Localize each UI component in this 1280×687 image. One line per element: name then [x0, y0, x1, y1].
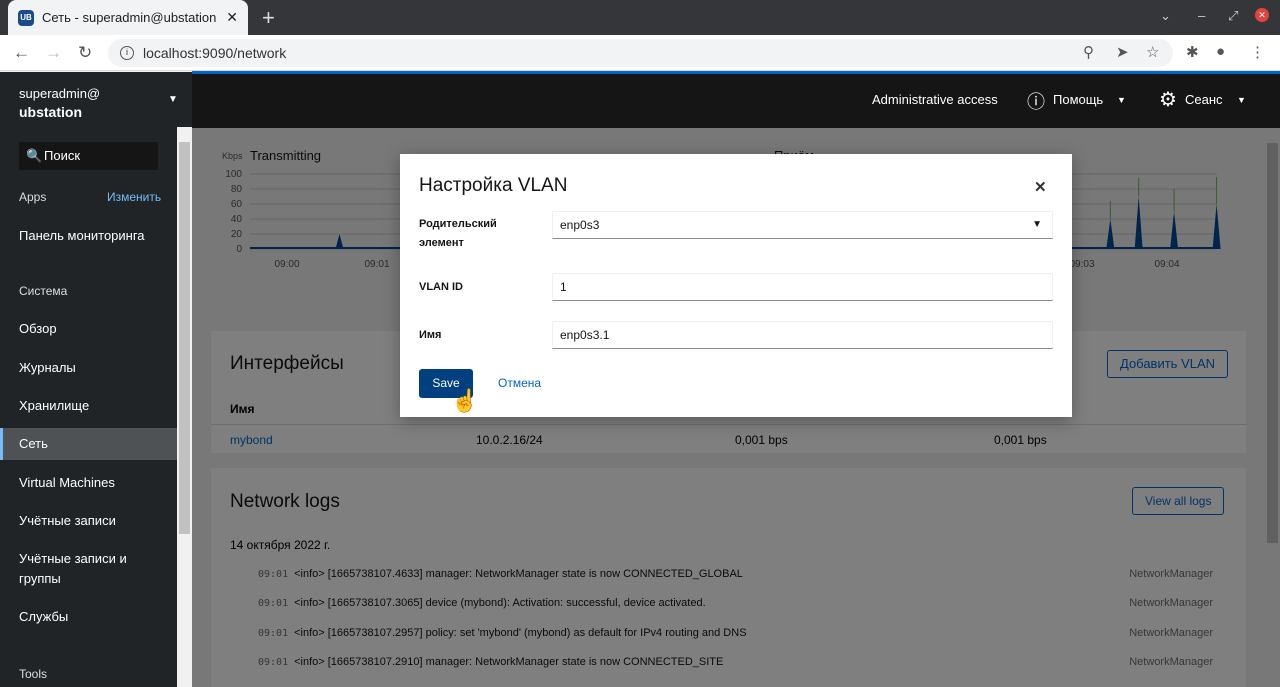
admin-access-button[interactable]: Administrative access [872, 92, 998, 107]
top-header: Administrative access ⓘ Помощь ▼ ⚙ Сеанс… [192, 74, 1280, 128]
close-icon[interactable]: ✕ [1034, 178, 1047, 196]
scrollbar-thumb[interactable] [179, 142, 190, 534]
sidebar-item-overview[interactable]: Обзор [0, 313, 177, 345]
vlan-id-input[interactable]: 1 [552, 273, 1053, 301]
browser-tabstrip: UB Сеть - superadmin@ubstation ✕ + ⌄ – ⤢… [0, 0, 1280, 35]
caret-down-icon: ▼ [1032, 219, 1042, 230]
back-icon[interactable]: ← [13, 43, 30, 63]
url-text: localhost:9090/network [143, 45, 287, 61]
host-label: ubstation [19, 104, 82, 120]
caret-down-icon: ▼ [1237, 95, 1246, 105]
sidebar-item-storage[interactable]: Хранилище [0, 390, 177, 422]
url-input[interactable]: i localhost:9090/network [108, 39, 1173, 67]
help-menu[interactable]: Помощь [1053, 92, 1103, 107]
menu-icon[interactable]: ⋮ [1250, 43, 1265, 61]
vlan-id-label: VLAN ID [419, 281, 463, 293]
dialog-title: Настройка VLAN [419, 175, 568, 196]
profile-avatar-icon[interactable]: ● [1216, 43, 1225, 60]
sidebar-item-users-groups[interactable]: Учётные записи и группы [0, 549, 177, 593]
caret-down-icon[interactable]: ▼ [168, 94, 178, 105]
close-window-icon[interactable]: ✕ [1255, 8, 1269, 22]
user-label: superadmin@ [19, 86, 101, 101]
sidebar-item-accounts[interactable]: Учётные записи [0, 505, 177, 537]
send-icon[interactable]: ➤ [1116, 43, 1129, 61]
name-label: Имя [419, 329, 442, 341]
new-tab-icon[interactable]: + [262, 5, 275, 31]
reload-icon[interactable]: ↻ [78, 43, 92, 63]
hand-cursor-icon: ☝ [451, 388, 479, 413]
search-placeholder: Поиск [44, 148, 81, 163]
extensions-icon[interactable]: ✱ [1186, 43, 1199, 61]
session-menu[interactable]: Сеанс [1185, 92, 1223, 107]
tab-search-icon[interactable]: ⌄ [1160, 8, 1171, 24]
edit-apps-link[interactable]: Изменить [107, 190, 161, 204]
sidebar: superadmin@ ubstation ▼ 🔍 Поиск Apps Измен… [0, 72, 192, 687]
info-icon[interactable]: i [120, 46, 134, 60]
apps-label: Apps [19, 190, 47, 204]
browser-tab[interactable]: UB Сеть - superadmin@ubstation ✕ [8, 0, 248, 35]
minimize-icon[interactable]: – [1198, 8, 1205, 23]
sidebar-item-network[interactable]: Сеть [0, 428, 177, 460]
tab-title: Сеть - superadmin@ubstation [42, 10, 217, 25]
sidebar-item-services[interactable]: Службы [0, 601, 177, 633]
vlan-settings-dialog: Настройка VLAN ✕ Родительский элемент enp… [400, 154, 1072, 417]
parent-label: Родительский элемент [419, 218, 497, 249]
caret-down-icon: ▼ [1117, 95, 1126, 105]
sidebar-scrollbar[interactable] [177, 127, 192, 687]
cancel-button[interactable]: Отмена [498, 376, 541, 390]
parent-value: enp0s3 [560, 218, 600, 232]
section-system: Система [19, 284, 68, 298]
zoom-icon[interactable]: ⚲ [1083, 43, 1094, 61]
section-tools: Tools [19, 667, 48, 681]
forward-icon[interactable]: → [45, 43, 62, 63]
parent-select[interactable]: enp0s3 ▼ [552, 211, 1053, 239]
sidebar-item-logs[interactable]: Журналы [0, 352, 177, 384]
sidebar-item-dashboard[interactable]: Панель мониторинга [0, 220, 177, 252]
search-icon: 🔍 [26, 148, 43, 163]
site-logo-icon: UB [18, 9, 34, 26]
gear-icon: ⚙ [1159, 89, 1177, 111]
host-switcher[interactable]: superadmin@ ubstation [19, 84, 100, 122]
bookmark-star-icon[interactable]: ☆ [1146, 43, 1159, 61]
address-bar: ← → ↻ i localhost:9090/network ⚲ ➤ ☆ ✱ ● … [0, 35, 1280, 71]
help-icon: ⓘ [1027, 92, 1045, 112]
close-tab-icon[interactable]: ✕ [226, 9, 238, 26]
search-input[interactable]: 🔍 Поиск [19, 142, 158, 170]
maximize-icon[interactable]: ⤢ [1228, 8, 1238, 24]
name-input[interactable]: enp0s3.1 [552, 321, 1053, 349]
sidebar-item-vms[interactable]: Virtual Machines [0, 467, 177, 499]
